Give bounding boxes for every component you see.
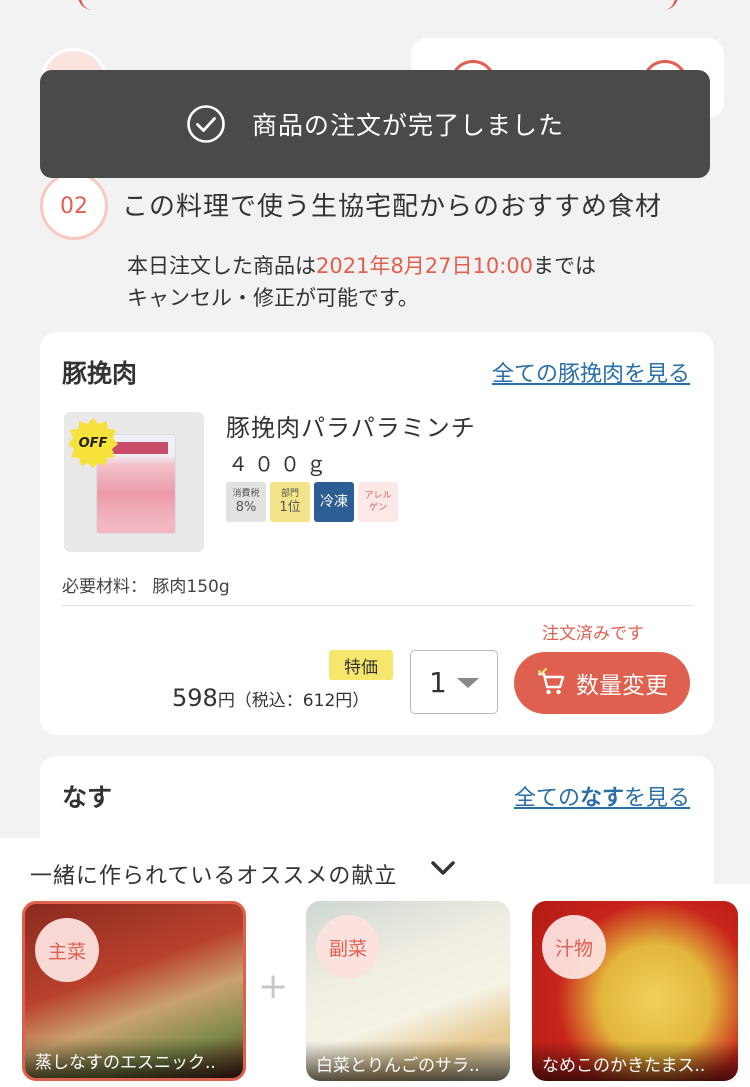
decorative-arc-right <box>664 0 678 10</box>
menu-badge: 主菜 <box>35 918 99 982</box>
allergy-tag-line2: ゲン <box>368 503 387 513</box>
menu-card-main[interactable]: 主菜 蒸しなすのエスニック.. <box>22 901 246 1081</box>
notice-prefix: 本日注文した商品は <box>127 254 316 278</box>
product-image[interactable]: OFF <box>64 412 204 552</box>
rank-tag-label: 部門 <box>280 489 299 499</box>
decorative-arc-left <box>78 0 92 10</box>
change-quantity-button[interactable]: 数量変更 <box>514 652 690 714</box>
price-value: 598 <box>172 684 218 712</box>
rank-tag-value: 1位 <box>279 500 301 515</box>
frozen-tag: 冷凍 <box>314 482 354 522</box>
step2-number: 02 <box>40 172 108 240</box>
ordered-note: 注文済みです <box>542 624 644 644</box>
menu-badge: 副菜 <box>316 915 380 979</box>
divider <box>62 605 694 606</box>
plus-icon: + <box>258 966 289 1007</box>
card-title: 豚挽肉 <box>62 359 138 388</box>
card-title: なす <box>62 783 113 812</box>
menu-card-soup[interactable]: 汁物 なめこのかきたまス.. <box>532 901 738 1081</box>
tax-tag: 消費税 8% <box>226 482 266 522</box>
menu-badge: 汁物 <box>542 915 606 979</box>
link-suffix: を見る <box>623 786 690 811</box>
cancel-notice: 本日注文した商品は2021年8月27日10:00までは キャンセル・修正が可能で… <box>127 250 596 314</box>
rank-tag: 部門 1位 <box>270 482 310 522</box>
chevron-down-icon[interactable] <box>430 860 456 878</box>
check-circle-icon <box>187 105 225 143</box>
tax-tag-value: 8% <box>235 500 257 515</box>
ingredient-card-pork: 豚挽肉 全ての豚挽肉を見る OFF 豚挽肉パラパラミンチ ４００ｇ 消費税 8%… <box>40 332 714 735</box>
step2-title: この料理で使う生協宅配からのおすすめ食材 <box>122 192 663 222</box>
allergy-tag[interactable]: アレル ゲン <box>358 482 398 522</box>
product-tags: 消費税 8% 部門 1位 冷凍 アレル ゲン <box>226 482 398 522</box>
toast-message: 商品の注文が完了しました <box>251 111 564 140</box>
quantity-value: 1 <box>429 665 447 699</box>
off-badge-text: OFF <box>78 435 108 451</box>
cart-check-icon <box>537 668 565 695</box>
quantity-select[interactable]: 1 <box>410 650 498 714</box>
caret-down-icon <box>457 678 479 688</box>
notice-deadline: 2021年8月27日10:00 <box>316 254 534 278</box>
order-complete-toast: 商品の注文が完了しました <box>40 70 710 178</box>
frozen-tag-label: 冷凍 <box>320 494 348 510</box>
required-ingredient: 必要材料： 豚肉150g <box>62 577 230 597</box>
recommended-menu-panel: 一緒に作られているオススメの献立 主菜 蒸しなすのエスニック.. + 副菜 白菜… <box>0 838 750 1087</box>
price-detail: 円（税込：612円） <box>217 691 370 711</box>
menu-card-side[interactable]: 副菜 白菜とりんごのサラ.. <box>306 901 510 1081</box>
menu-caption: 白菜とりんごのサラ.. <box>306 1041 510 1081</box>
price: 598円（税込：612円） <box>172 684 369 712</box>
product-size: ４００ｇ <box>228 452 332 476</box>
menu-caption: 蒸しなすのエスニック.. <box>25 1038 243 1078</box>
tax-tag-label: 消費税 <box>232 489 260 499</box>
change-quantity-label: 数量変更 <box>576 673 668 699</box>
link-bold: なす <box>579 786 624 811</box>
product-name[interactable]: 豚挽肉パラパラミンチ <box>226 408 476 443</box>
menu-caption: なめこのかきたまス.. <box>532 1041 738 1081</box>
link-prefix: 全ての <box>513 786 580 811</box>
panel-title[interactable]: 一緒に作られているオススメの献立 <box>30 858 397 890</box>
view-all-pork-link[interactable]: 全ての豚挽肉を見る <box>492 356 690 388</box>
view-all-eggplant-link[interactable]: 全てのなすを見る <box>514 780 690 812</box>
special-price-badge: 特価 <box>329 650 393 680</box>
notice-line2: キャンセル・修正が可能です。 <box>127 286 419 310</box>
notice-suffix: までは <box>533 254 597 278</box>
allergy-tag-line1: アレル <box>364 491 392 501</box>
